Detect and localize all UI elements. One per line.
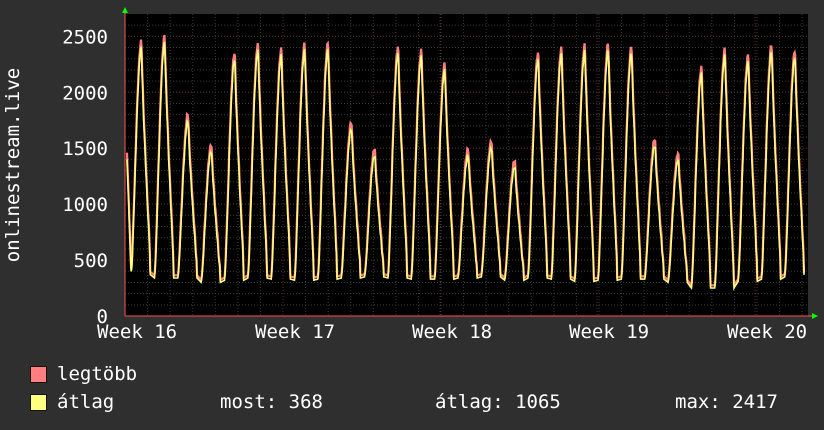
max-series-label: legtöbb — [57, 363, 138, 385]
stat-maximum: max: 2417 — [675, 391, 778, 413]
avg-series-label: átlag — [57, 391, 115, 413]
stat-average: átlag: 1065 — [435, 391, 561, 413]
y-tick-label: 1500 — [62, 138, 108, 160]
x-tick-label: Week 17 — [255, 321, 335, 343]
y-tick-label: 1000 — [62, 194, 108, 216]
y-tick-label: 2500 — [62, 26, 108, 48]
stat-current: most: 368 — [220, 391, 323, 413]
legend-row-avg: átlag most: 368 átlag: 1065 max: 2417 — [30, 390, 810, 414]
legend-row-max: legtöbb — [30, 362, 810, 386]
y-tick-label: 2000 — [62, 82, 108, 104]
y-axis-arrow — [122, 7, 128, 13]
x-tick-label: Week 19 — [569, 321, 649, 343]
x-tick-label: Week 20 — [727, 321, 807, 343]
y-axis-label: onlinestream.live — [2, 68, 24, 262]
avg-series-swatch — [30, 394, 47, 411]
x-axis-arrow — [812, 313, 818, 319]
x-tick-label: Week 16 — [97, 321, 177, 343]
x-tick-label: Week 18 — [412, 321, 492, 343]
max-series-swatch — [30, 366, 47, 383]
y-tick-label: 500 — [74, 250, 108, 272]
